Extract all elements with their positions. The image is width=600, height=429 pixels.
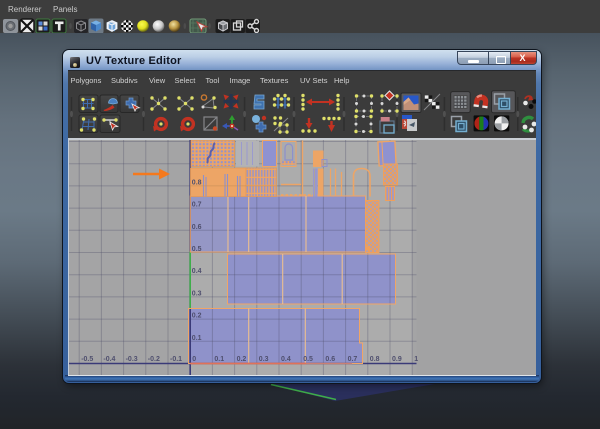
svg-text:0.7: 0.7 [348, 356, 358, 363]
svg-text:-0.3: -0.3 [126, 356, 138, 363]
svg-text:0.4: 0.4 [281, 356, 291, 363]
svg-text:0.8: 0.8 [192, 179, 202, 186]
svg-text:0.1: 0.1 [192, 334, 202, 341]
svg-text:0.5: 0.5 [192, 246, 202, 253]
svg-text:0.1: 0.1 [214, 356, 224, 363]
svg-text:-0.1: -0.1 [170, 356, 182, 363]
svg-text:0.3: 0.3 [192, 290, 202, 297]
svg-text:0.2: 0.2 [192, 312, 202, 319]
svg-text:1: 1 [414, 356, 418, 363]
svg-text:0.7: 0.7 [192, 201, 202, 208]
svg-text:0.4: 0.4 [192, 268, 202, 275]
svg-text:0.5: 0.5 [303, 356, 313, 363]
svg-text:-0.5: -0.5 [81, 356, 93, 363]
svg-text:0.6: 0.6 [192, 223, 202, 230]
svg-text:0.3: 0.3 [259, 356, 269, 363]
svg-text:0.2: 0.2 [237, 356, 247, 363]
svg-text:-0.4: -0.4 [103, 356, 115, 363]
svg-text:-0.2: -0.2 [148, 356, 160, 363]
svg-text:0: 0 [192, 356, 196, 363]
svg-text:0.6: 0.6 [325, 356, 335, 363]
svg-text:0.8: 0.8 [370, 356, 380, 363]
svg-text:0.9: 0.9 [392, 356, 402, 363]
